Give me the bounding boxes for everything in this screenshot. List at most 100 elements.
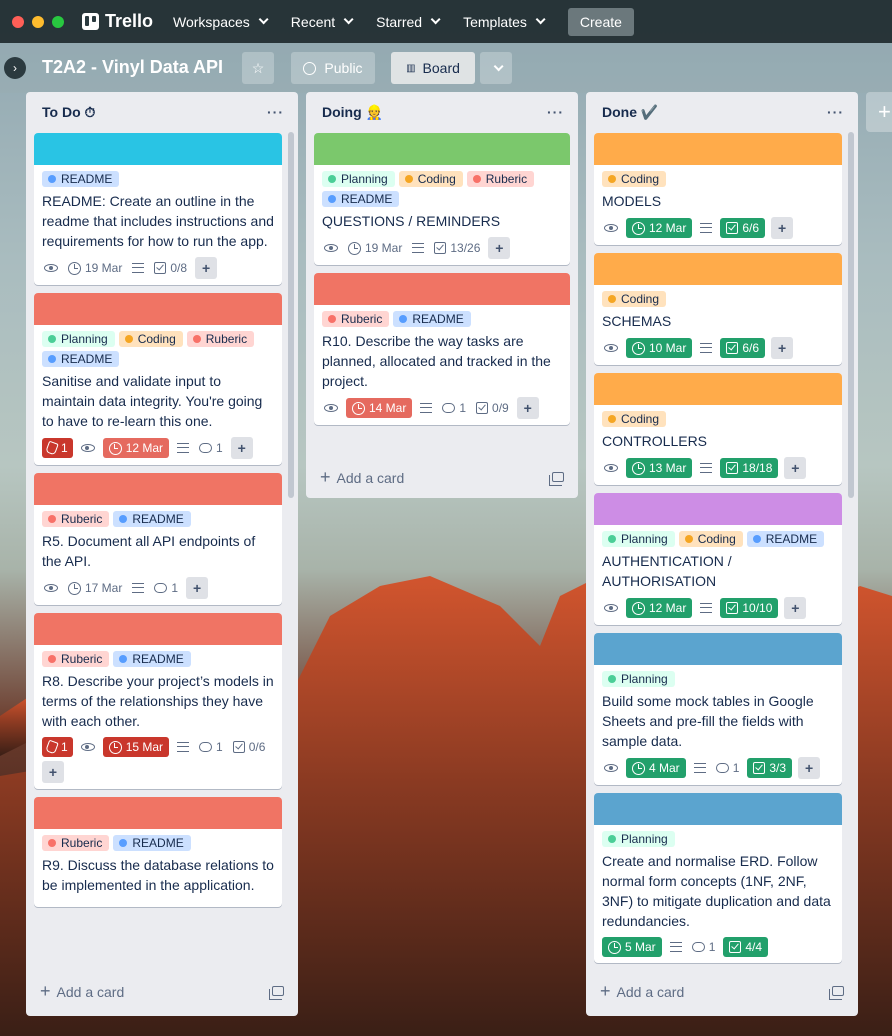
board-title[interactable]: T2A2 - Vinyl Data API xyxy=(42,57,223,78)
due-date-badge[interactable]: 13 Mar xyxy=(626,458,693,478)
label-readme[interactable]: README xyxy=(746,531,825,547)
member-avatar[interactable]: + xyxy=(771,217,794,239)
list-header[interactable]: Doing 👷 ··· xyxy=(306,92,578,132)
card[interactable]: Planning Build some mock tables in Googl… xyxy=(594,633,842,785)
due-date-badge[interactable]: 12 Mar xyxy=(102,438,170,458)
label-readme[interactable]: README xyxy=(113,511,191,527)
due-date-badge[interactable]: 4 Mar xyxy=(626,758,686,778)
template-icon[interactable] xyxy=(269,986,284,1000)
scrollbar[interactable] xyxy=(848,132,854,498)
card[interactable]: Planning Coding Ruberic README Sanitise … xyxy=(34,293,282,465)
card[interactable]: Ruberic README R9. Discuss the database … xyxy=(34,797,282,907)
sidebar-toggle-button[interactable]: › xyxy=(4,57,26,79)
due-date-badge[interactable]: 19 Mar xyxy=(66,258,124,278)
maximize-window-button[interactable] xyxy=(52,15,64,28)
trello-logo[interactable]: Trello xyxy=(82,11,153,32)
label-ruberic[interactable]: Ruberic xyxy=(42,511,110,527)
card[interactable]: Coding SCHEMAS 10 Mar 6/6 + xyxy=(594,253,842,365)
due-date-badge[interactable]: 10 Mar xyxy=(626,338,693,358)
label-coding[interactable]: Coding xyxy=(398,171,463,187)
member-avatar[interactable]: + xyxy=(42,761,64,783)
list-title[interactable]: To Do ⏱ xyxy=(42,104,95,121)
card[interactable]: Planning Create and normalise ERD. Follo… xyxy=(594,793,842,963)
card[interactable]: Ruberic README R5. Document all API endp… xyxy=(34,473,282,605)
card[interactable]: README README: Create an outline in the … xyxy=(34,133,282,285)
list-header[interactable]: To Do ⏱ ··· xyxy=(26,92,298,132)
votes-badge[interactable]: 1 xyxy=(42,438,73,458)
add-card-button[interactable]: + Add a card xyxy=(600,975,844,1007)
label-readme[interactable]: README xyxy=(113,835,191,851)
votes-badge[interactable]: 1 xyxy=(42,737,73,757)
card[interactable]: Planning Coding README AUTHENTICATION / … xyxy=(594,493,842,625)
member-avatar[interactable]: + xyxy=(784,597,807,619)
recent-menu[interactable]: Recent xyxy=(291,14,354,30)
due-date-badge[interactable]: 5 Mar xyxy=(602,937,662,957)
member-avatar[interactable]: + xyxy=(784,457,807,479)
add-list-button[interactable]: + xyxy=(866,92,892,132)
close-window-button[interactable] xyxy=(12,15,24,28)
label-coding[interactable]: Coding xyxy=(602,171,667,187)
checklist-badge: 0/6 xyxy=(231,737,268,757)
clock-icon xyxy=(632,761,645,775)
label-planning[interactable]: Planning xyxy=(322,171,395,187)
member-avatar[interactable]: + xyxy=(195,257,218,279)
template-icon[interactable] xyxy=(549,472,564,486)
label-ruberic[interactable]: Ruberic xyxy=(322,311,390,327)
view-switcher-button[interactable] xyxy=(480,52,512,84)
due-date-badge[interactable]: 14 Mar xyxy=(346,398,413,418)
create-button[interactable]: Create xyxy=(567,7,634,36)
label-readme[interactable]: README xyxy=(42,171,120,187)
star-board-button[interactable]: ☆ xyxy=(242,52,274,84)
label-ruberic[interactable]: Ruberic xyxy=(186,331,255,347)
label-readme[interactable]: README xyxy=(42,351,120,367)
due-date-badge[interactable]: 15 Mar xyxy=(102,737,170,757)
starred-menu[interactable]: Starred xyxy=(376,14,441,30)
add-card-button[interactable]: + Add a card xyxy=(40,975,284,1007)
label-readme[interactable]: README xyxy=(113,651,191,667)
list-header[interactable]: Done ✔️ ··· xyxy=(586,92,858,132)
list-title[interactable]: Done ✔️ xyxy=(602,104,658,121)
due-date-badge[interactable]: 19 Mar xyxy=(346,238,404,258)
card[interactable]: Planning Coding Ruberic README QUESTIONS… xyxy=(314,133,570,265)
member-avatar[interactable]: + xyxy=(230,437,253,459)
member-avatar[interactable]: + xyxy=(516,397,539,419)
card[interactable]: Coding MODELS 12 Mar 6/6 + xyxy=(594,133,842,245)
label-ruberic[interactable]: Ruberic xyxy=(42,651,110,667)
label-planning[interactable]: Planning xyxy=(42,331,115,347)
card[interactable]: Ruberic README R10. Describe the way tas… xyxy=(314,273,570,425)
minimize-window-button[interactable] xyxy=(32,15,44,28)
label-planning[interactable]: Planning xyxy=(602,831,675,847)
member-avatar[interactable]: + xyxy=(771,337,794,359)
label-coding[interactable]: Coding xyxy=(602,291,667,307)
list-menu-icon[interactable]: ··· xyxy=(827,104,844,120)
card[interactable]: Coding CONTROLLERS 13 Mar 18/18 + xyxy=(594,373,842,485)
label-planning[interactable]: Planning xyxy=(602,531,675,547)
due-date-badge[interactable]: 12 Mar xyxy=(626,598,693,618)
list-title[interactable]: Doing 👷 xyxy=(322,104,383,121)
member-avatar[interactable]: + xyxy=(186,577,209,599)
label-readme[interactable]: README xyxy=(322,191,400,207)
workspaces-menu[interactable]: Workspaces xyxy=(173,14,269,30)
card-cover xyxy=(594,373,842,405)
label-ruberic[interactable]: Ruberic xyxy=(466,171,535,187)
label-coding[interactable]: Coding xyxy=(678,531,743,547)
due-date-badge[interactable]: 12 Mar xyxy=(626,218,693,238)
board-view-button[interactable]: ▥ Board xyxy=(391,52,475,84)
label-planning[interactable]: Planning xyxy=(602,671,675,687)
scrollbar[interactable] xyxy=(288,132,294,498)
label-ruberic[interactable]: Ruberic xyxy=(42,835,110,851)
list-menu-icon[interactable]: ··· xyxy=(547,104,564,120)
label-coding[interactable]: Coding xyxy=(118,331,183,347)
due-date-badge[interactable]: 17 Mar xyxy=(66,578,124,598)
label-readme[interactable]: README xyxy=(393,311,471,327)
template-icon[interactable] xyxy=(829,986,844,1000)
list-menu-icon[interactable]: ··· xyxy=(267,104,284,120)
add-card-button[interactable]: + Add a card xyxy=(320,461,564,493)
member-avatar[interactable]: + xyxy=(798,757,821,779)
visibility-button[interactable]: Public xyxy=(291,52,375,84)
checklist-badge: 6/6 xyxy=(720,218,766,238)
card[interactable]: Ruberic README R8. Describe your project… xyxy=(34,613,282,789)
label-coding[interactable]: Coding xyxy=(602,411,667,427)
member-avatar[interactable]: + xyxy=(488,237,511,259)
templates-menu[interactable]: Templates xyxy=(463,14,546,30)
